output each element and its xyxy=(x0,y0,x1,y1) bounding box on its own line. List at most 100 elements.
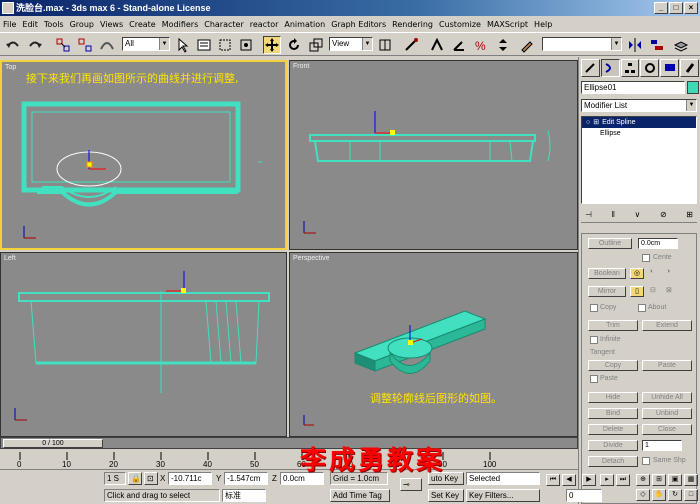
paste-length-checkbox[interactable] xyxy=(590,375,598,383)
lightbulb-icon[interactable]: ○ xyxy=(586,117,590,128)
add-time-tag-button[interactable]: Add Time Tag xyxy=(330,489,390,502)
menu-edit[interactable]: Edit xyxy=(22,20,38,29)
selection-filter-dropdown[interactable]: All ▼ xyxy=(122,37,170,51)
menu-views[interactable]: Views xyxy=(100,20,123,29)
snap-toggle-icon[interactable] xyxy=(428,36,446,54)
minimize-button[interactable]: _ xyxy=(654,2,668,14)
menu-tools[interactable]: Tools xyxy=(44,20,64,29)
subtraction-icon[interactable]: ◐ xyxy=(650,268,654,275)
zoom-all-icon[interactable]: ⊞ xyxy=(652,474,666,486)
extend-button[interactable]: Extend xyxy=(642,320,692,331)
redo-icon[interactable] xyxy=(26,36,44,54)
previous-frame-icon[interactable]: ◀ xyxy=(562,474,576,486)
menu-animation[interactable]: Animation xyxy=(284,20,325,29)
divide-button[interactable]: Divide xyxy=(588,440,638,451)
menu-reactor[interactable]: reactor xyxy=(250,20,279,29)
mirror-horizontal-icon[interactable]: ▯ xyxy=(630,286,644,297)
trim-button[interactable]: Trim xyxy=(588,320,638,331)
mirror-icon[interactable] xyxy=(626,36,644,54)
menu-create[interactable]: Create xyxy=(129,20,156,29)
delete-button[interactable]: Delete xyxy=(588,424,638,435)
window-crossing-icon[interactable] xyxy=(237,36,255,54)
select-and-link-icon[interactable] xyxy=(54,36,72,54)
utilities-tab-icon[interactable] xyxy=(680,59,699,77)
bind-button[interactable]: Bind xyxy=(588,408,638,419)
object-color-swatch[interactable] xyxy=(687,81,699,94)
detach-button[interactable]: Detach xyxy=(588,456,638,467)
time-slider-track[interactable]: 0 / 100 xyxy=(0,437,578,449)
app-icon[interactable] xyxy=(2,2,14,14)
center-checkbox[interactable] xyxy=(642,254,650,262)
mirror-vertical-icon[interactable]: ⊟ xyxy=(650,286,656,294)
zoom-icon[interactable]: ⊕ xyxy=(636,474,650,486)
track-bar[interactable]: 0 10 20 30 40 50 60 70 80 90 100 xyxy=(0,450,578,470)
outline-button[interactable]: Outline xyxy=(588,238,632,249)
infinite-bounds-checkbox[interactable] xyxy=(590,336,598,344)
mirror-button[interactable]: Mirror xyxy=(588,286,626,297)
lock-selection-icon[interactable]: 🔒 xyxy=(128,472,142,485)
same-shape-checkbox[interactable] xyxy=(642,457,650,465)
rectangular-selection-icon[interactable] xyxy=(216,36,234,54)
ime-indicator[interactable]: 标准 xyxy=(222,489,266,502)
bind-space-warp-icon[interactable] xyxy=(98,36,116,54)
menu-group[interactable]: Group xyxy=(70,20,94,29)
viewport-front[interactable]: Front xyxy=(289,60,578,250)
select-and-scale-icon[interactable] xyxy=(307,36,325,54)
make-unique-icon[interactable]: ∨ xyxy=(635,210,641,219)
field-of-view-icon[interactable]: ◇ xyxy=(636,489,650,501)
next-frame-icon[interactable]: ▸ xyxy=(600,474,614,486)
outline-amount-field[interactable]: 0.0cm xyxy=(638,238,678,249)
time-slider[interactable]: 0 / 100 xyxy=(3,439,103,448)
key-mode-dropdown[interactable]: Selected xyxy=(466,472,540,485)
copy-checkbox[interactable] xyxy=(590,304,598,312)
align-icon[interactable] xyxy=(648,36,666,54)
stack-item-ellipse[interactable]: Ellipse xyxy=(582,128,696,139)
named-selection-dropdown[interactable]: ▼ xyxy=(542,37,622,51)
zoom-extents-icon[interactable]: ▣ xyxy=(668,474,682,486)
close-button[interactable]: × xyxy=(684,2,698,14)
viewport-top[interactable]: Top 接下来我们再画如图所示的曲线并进行调整, xyxy=(0,60,287,250)
expand-icon[interactable]: ⊞ xyxy=(593,117,599,128)
pan-icon[interactable]: ✋ xyxy=(652,489,666,501)
pin-stack-icon[interactable]: ⊣ xyxy=(585,210,592,219)
select-by-name-icon[interactable] xyxy=(195,36,213,54)
spinner-snap-icon[interactable] xyxy=(494,36,512,54)
select-and-manipulate-icon[interactable] xyxy=(402,36,420,54)
motion-tab-icon[interactable] xyxy=(640,59,660,77)
mirror-both-icon[interactable]: ⊠ xyxy=(666,286,672,294)
menu-rendering[interactable]: Rendering xyxy=(392,20,433,29)
x-coordinate-field[interactable]: -10.711c xyxy=(168,472,212,485)
union-icon[interactable]: ◎ xyxy=(630,268,644,279)
configure-modifier-sets-icon[interactable]: ⊞ xyxy=(686,210,693,219)
tangent-copy-button[interactable]: Copy xyxy=(588,360,638,371)
maximize-button[interactable]: □ xyxy=(669,2,683,14)
play-icon[interactable]: ▶ xyxy=(582,474,596,486)
key-filters-button[interactable]: Key Filters... xyxy=(466,489,540,502)
stack-item-edit-spline[interactable]: ○ ⊞ Edit Spline xyxy=(582,117,696,128)
angle-snap-icon[interactable] xyxy=(450,36,468,54)
menu-graph-editors[interactable]: Graph Editors xyxy=(331,20,386,29)
select-object-icon[interactable] xyxy=(174,36,192,54)
menu-modifiers[interactable]: Modifiers xyxy=(162,20,199,29)
tangent-paste-button[interactable]: Paste xyxy=(642,360,692,371)
viewport-label-left[interactable]: Left xyxy=(4,255,16,262)
object-name-field[interactable]: Ellipse01 xyxy=(581,81,685,94)
maximize-viewport-icon[interactable]: □ xyxy=(684,489,698,501)
about-pivot-checkbox[interactable] xyxy=(638,304,646,312)
viewport-left[interactable]: Left xyxy=(0,252,287,437)
select-and-move-icon[interactable] xyxy=(263,36,281,54)
divide-count-field[interactable]: 1 xyxy=(642,440,682,451)
unlink-selection-icon[interactable] xyxy=(76,36,94,54)
arc-rotate-icon[interactable]: ↻ xyxy=(668,489,682,501)
remove-modifier-icon[interactable]: ⊘ xyxy=(660,210,667,219)
menu-character[interactable]: Character xyxy=(204,20,244,29)
viewport-label-front[interactable]: Front xyxy=(293,63,309,70)
key-icon[interactable]: ⊸ xyxy=(400,478,422,491)
show-end-result-icon[interactable]: ‖ xyxy=(612,210,615,219)
reference-coordinate-dropdown[interactable]: View ▼ xyxy=(329,37,373,51)
viewport-label-perspective[interactable]: Perspective xyxy=(293,255,330,262)
percent-snap-icon[interactable]: % xyxy=(472,36,490,54)
hide-button[interactable]: Hide xyxy=(588,392,638,403)
select-and-rotate-icon[interactable] xyxy=(285,36,303,54)
modifier-list-dropdown[interactable]: Modifier List ▼ xyxy=(581,99,697,112)
